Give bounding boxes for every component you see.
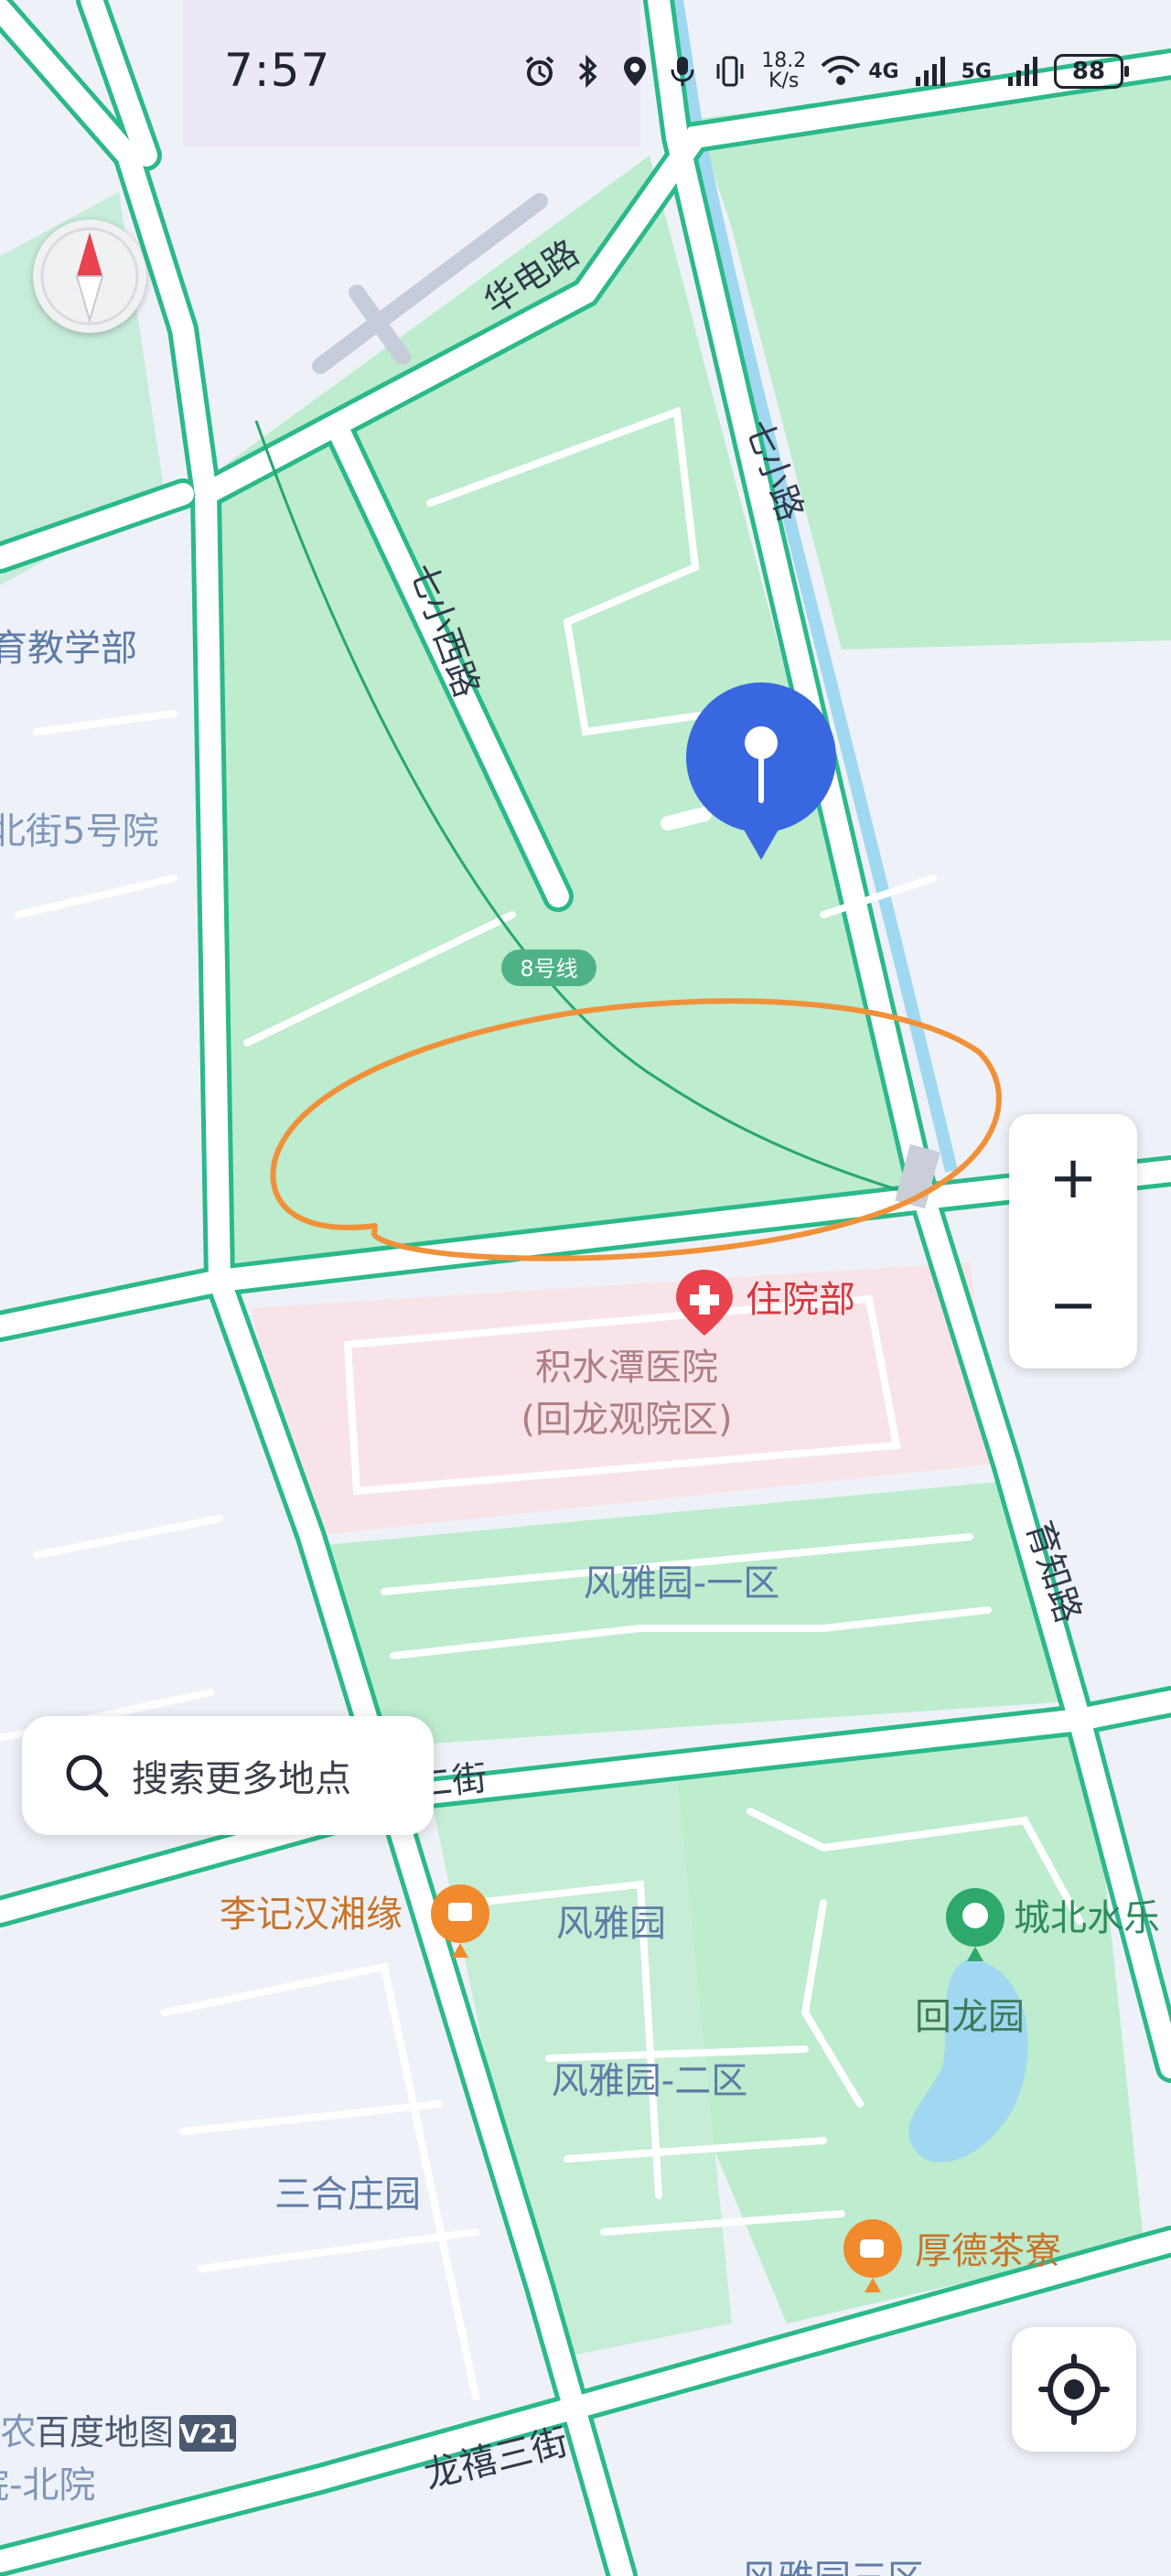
area-teaching: 育教学部 xyxy=(0,628,137,670)
hospital-campus: (回龙观院区) xyxy=(521,1399,732,1441)
crosshair-icon xyxy=(1038,2354,1110,2425)
area-courtyard: 北街5号院 xyxy=(0,810,158,853)
locate-button[interactable] xyxy=(1012,2327,1136,2452)
compass-button[interactable] xyxy=(33,220,146,333)
area-bottom-partial: 风雅园三区 xyxy=(741,2558,924,2576)
location-icon xyxy=(618,55,651,88)
area-fengyayuan-2: 风雅园-二区 xyxy=(552,2060,747,2102)
zoom-out-button[interactable]: − xyxy=(1009,1241,1137,1368)
signal-icon xyxy=(1006,55,1039,88)
status-time: 7:57 xyxy=(224,44,331,97)
zoom-controls: + − xyxy=(1009,1114,1137,1368)
area-left-bottom-2: 院-北院 xyxy=(0,2464,95,2506)
network-5g: 5G xyxy=(961,59,992,83)
poi-tea-house-label: 厚德茶寮 xyxy=(915,2230,1061,2272)
area-fengyayuan-1: 风雅园-一区 xyxy=(584,1562,779,1605)
area-fengyayuan: 风雅园 xyxy=(556,1903,666,1945)
area-sanhezhuang: 三合庄园 xyxy=(274,2174,421,2216)
poi-chengbei-label: 城北水乐 xyxy=(1014,1897,1160,1939)
network-4g: 4G xyxy=(868,59,899,83)
status-bar: 7:57 18.2 K/s 4G 5G 88 xyxy=(0,0,1171,146)
search-placeholder: 搜索更多地点 xyxy=(132,1758,351,1800)
compass-icon xyxy=(40,227,139,326)
network-speed: 18.2 K/s xyxy=(761,51,806,91)
wifi-icon xyxy=(821,55,861,88)
signal-icon xyxy=(914,55,947,88)
alarm-icon xyxy=(523,55,556,88)
network-speed-unit: K/s xyxy=(768,70,800,92)
vibrate-icon xyxy=(714,55,747,88)
zoom-in-button[interactable]: + xyxy=(1009,1114,1137,1241)
hospital-name: 积水潭医院 xyxy=(535,1347,718,1389)
area-left-bottom-1: 农 xyxy=(0,2411,37,2453)
status-icons: 18.2 K/s 4G 5G 88 xyxy=(523,51,1129,91)
brand-version: V21 xyxy=(180,2419,236,2449)
search-bar[interactable]: 搜索更多地点 xyxy=(22,1716,434,1835)
microphone-icon xyxy=(666,55,699,88)
network-speed-value: 18.2 xyxy=(761,49,807,72)
area-huilongyuan: 回龙园 xyxy=(915,1996,1025,2038)
poi-restaurant-label: 李记汉湘缘 xyxy=(220,1894,403,1936)
search-icon xyxy=(62,1751,112,1800)
poi-inpatient-label: 住院部 xyxy=(746,1279,855,1321)
bluetooth-icon xyxy=(571,54,604,89)
metro-line-label: 8号线 xyxy=(520,956,577,982)
map-canvas[interactable]: 8号线 华电路 七小路 七小西路 育知路 喜二街 龙禧三街 积水潭医院 (回龙观… xyxy=(0,0,1171,2576)
brand-watermark: 百度地图 V21 xyxy=(35,2412,236,2453)
brand-name: 百度地图 xyxy=(35,2412,174,2453)
battery-indicator: 88 xyxy=(1054,54,1129,89)
